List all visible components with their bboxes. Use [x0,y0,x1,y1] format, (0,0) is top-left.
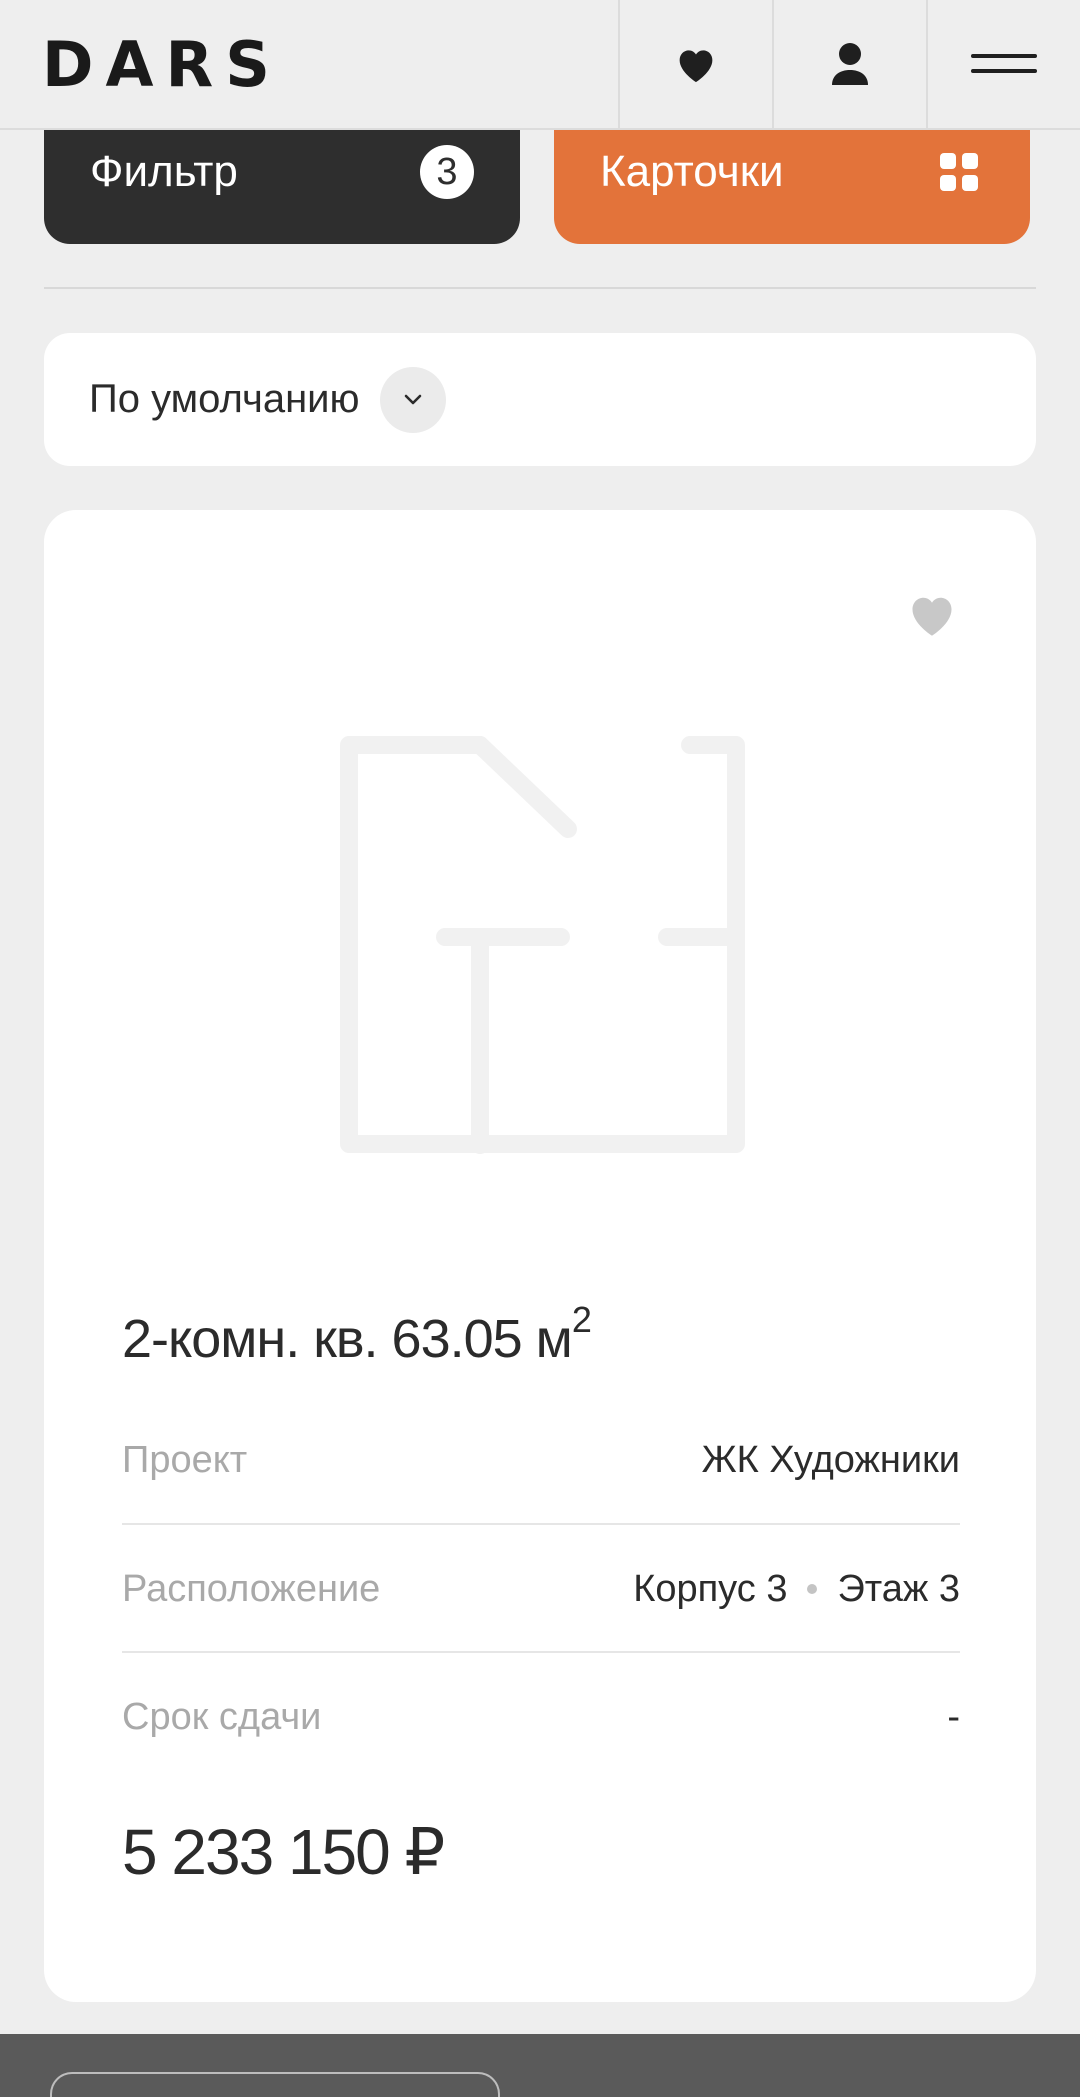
floor-value: Этаж 3 [837,1567,960,1610]
location-row: Расположение Корпус 3 Этаж 3 [122,1525,960,1653]
user-icon [832,43,868,85]
divider [44,287,1036,289]
project-label: Проект [122,1438,248,1481]
favorite-heart-icon[interactable] [906,590,958,643]
menu-button[interactable] [926,0,1080,128]
grid-icon [940,153,978,191]
separator-dot [807,1584,818,1594]
filter-label: Фильтр [90,147,238,196]
building-value: Корпус 3 [633,1567,788,1610]
floor-plan-placeholder-icon [340,736,745,1154]
deadline-row: Срок сдачи - [122,1653,960,1781]
project-row: Проект ЖК Художники [122,1396,960,1524]
sort-label: По умолчанию [89,377,360,421]
menu-icon [971,54,1037,73]
location-value: Корпус 3 Этаж 3 [633,1568,960,1611]
account-button[interactable] [772,0,926,128]
filter-count-badge: 3 [420,145,474,199]
dars-logo[interactable]: DARS [0,0,618,128]
price: 5 233 150 ₽ [122,1816,445,1888]
apartment-card[interactable]: 2-комн. кв. 63.05 м2 Проект ЖК Художники… [44,510,1036,2002]
bottom-bar [0,2034,1080,2097]
sort-dropdown[interactable]: По умолчанию [44,333,1036,466]
deadline-label: Срок сдачи [122,1695,322,1738]
deadline-value: - [947,1695,960,1738]
bottom-button[interactable] [50,2072,500,2097]
chevron-down-icon [379,366,446,433]
apartment-title: 2-комн. кв. 63.05 м2 [122,1299,592,1369]
favorites-button[interactable] [618,0,772,128]
location-label: Расположение [122,1567,381,1610]
heart-icon [679,50,713,83]
project-value: ЖК Художники [701,1438,960,1481]
site-header: DARS [0,0,1080,130]
cards-label: Карточки [600,147,784,196]
